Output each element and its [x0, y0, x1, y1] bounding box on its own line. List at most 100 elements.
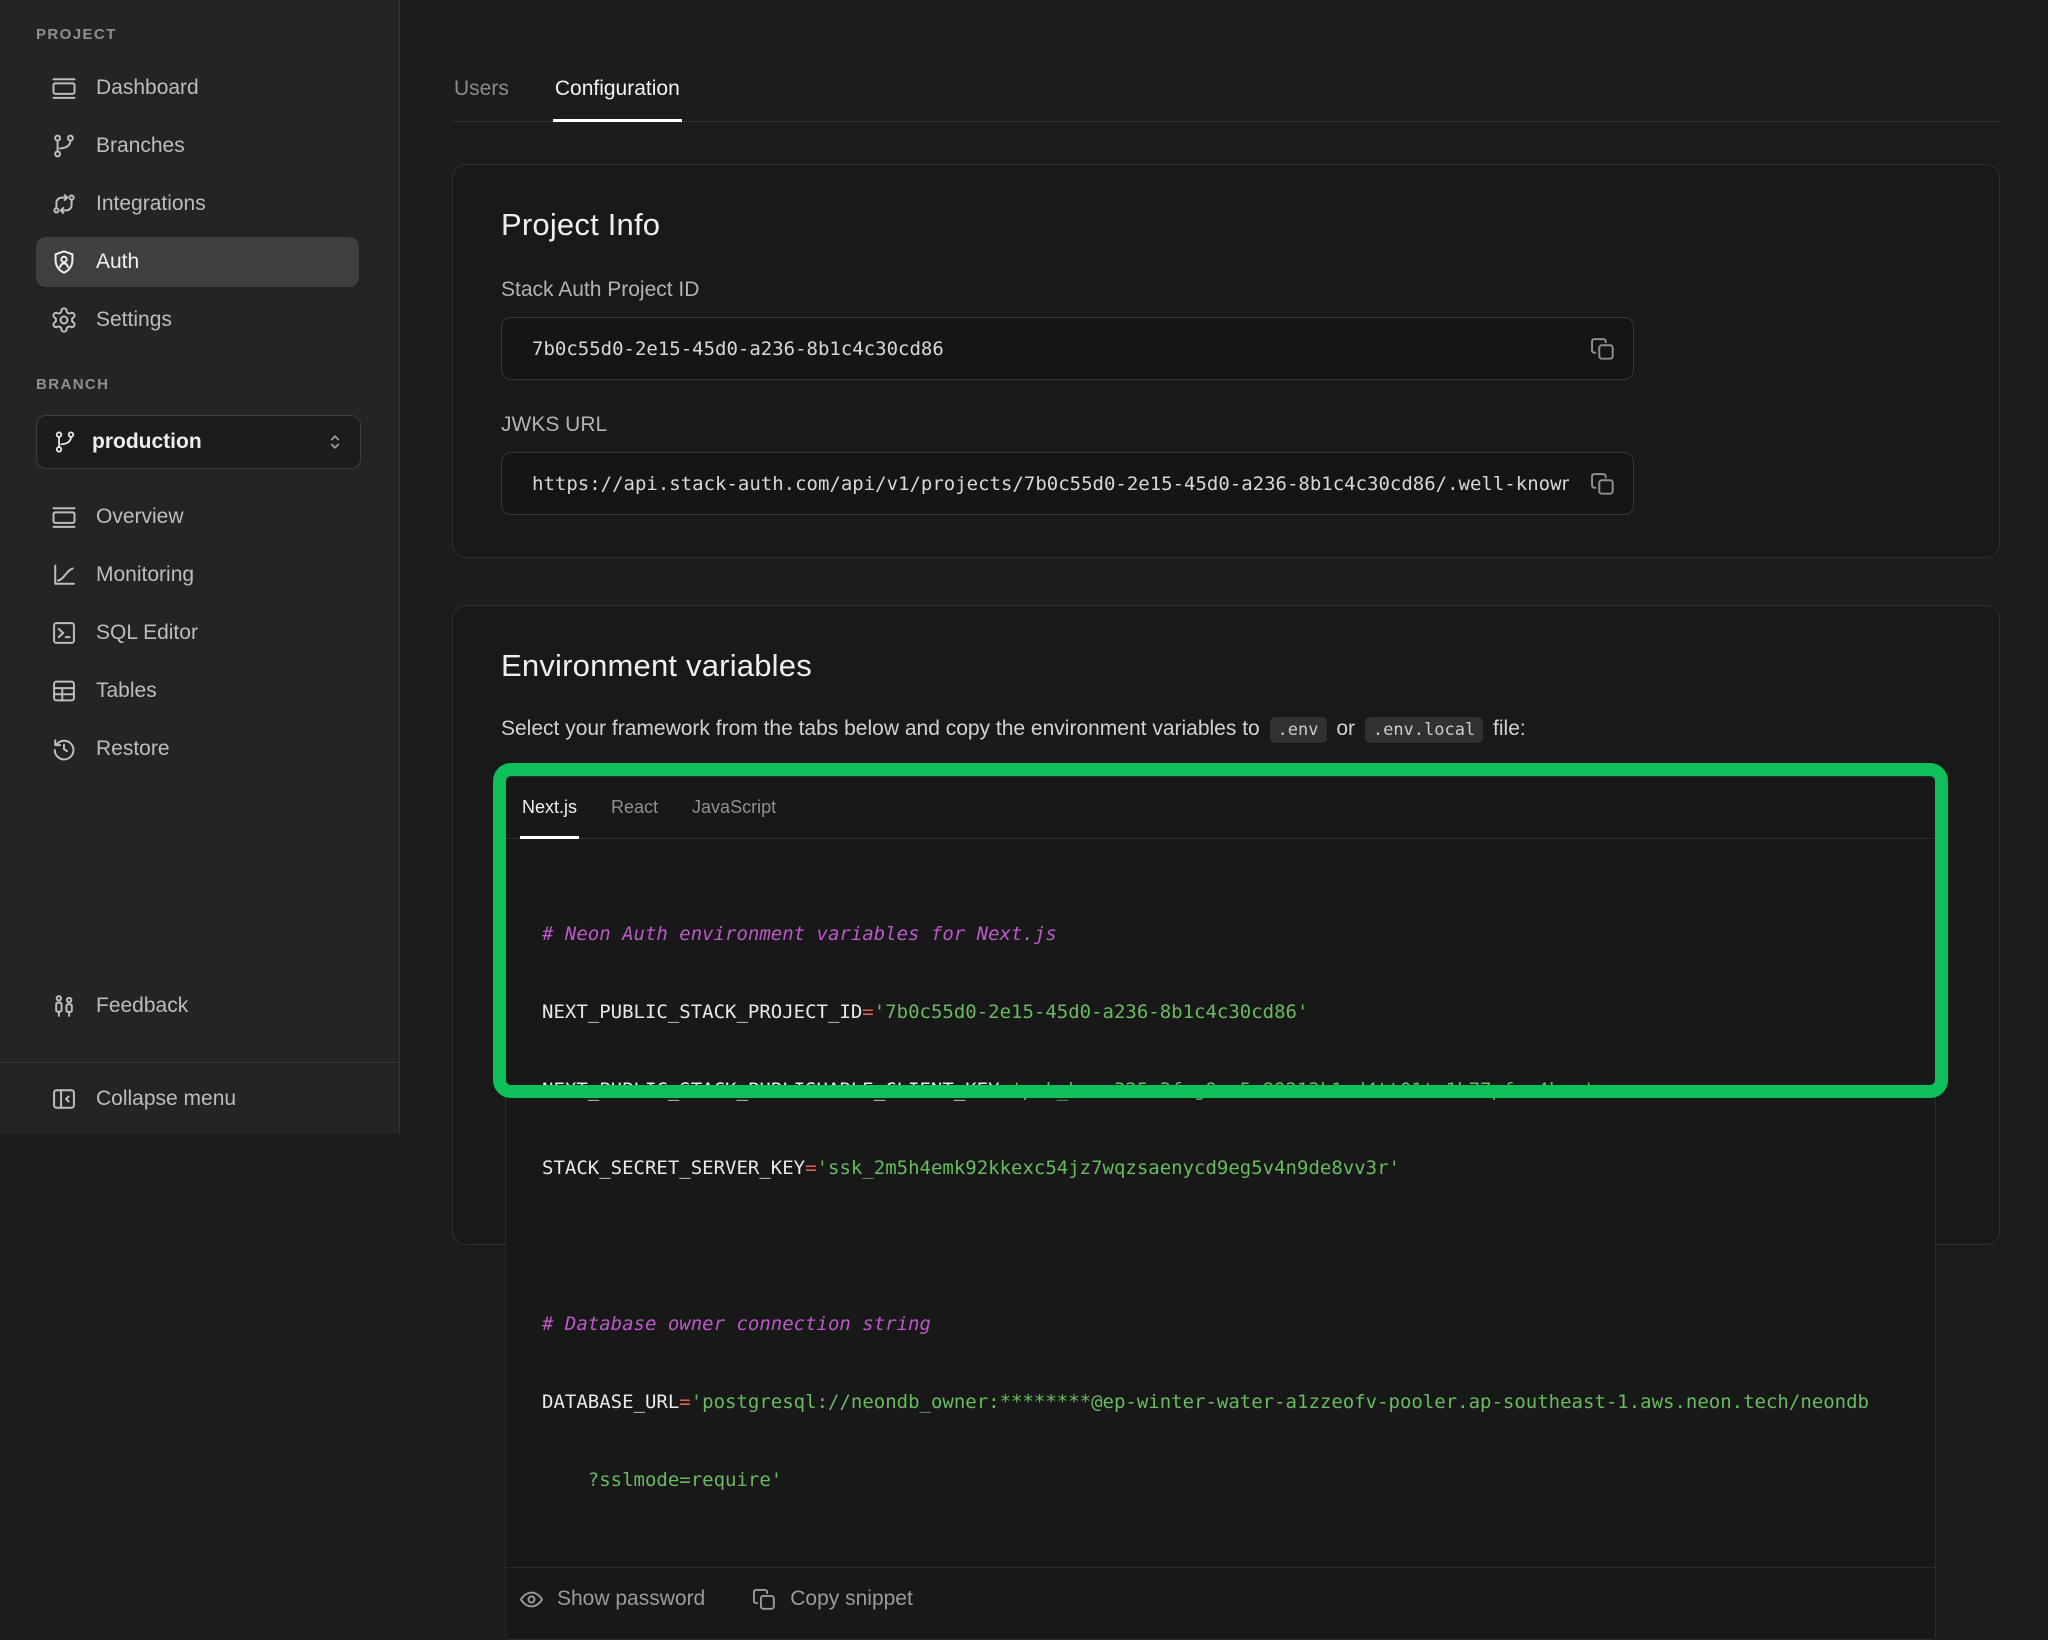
- copy-snippet-label: Copy snippet: [790, 1587, 913, 1611]
- project-id-label: Stack Auth Project ID: [501, 277, 1951, 303]
- tab-react[interactable]: React: [609, 777, 660, 838]
- sidebar-item-branches[interactable]: Branches: [36, 121, 359, 171]
- project-id-field[interactable]: 7b0c55d0-2e15-45d0-a236-8b1c4c30cd86: [501, 317, 1634, 380]
- sidebar-footer: Feedback Collapse menu: [0, 981, 399, 1134]
- tab-configuration[interactable]: Configuration: [553, 57, 682, 121]
- framework-panel-wrap: Next.js React JavaScript # Neon Auth env…: [505, 776, 1936, 1640]
- sidebar-item-label: Integrations: [96, 192, 206, 216]
- project-info-card: Project Info Stack Auth Project ID 7b0c5…: [452, 164, 2000, 558]
- sidebar-item-restore[interactable]: Restore: [36, 724, 359, 774]
- sidebar-item-label: Dashboard: [96, 76, 199, 100]
- integrations-icon: [50, 190, 78, 218]
- code-var-name: NEXT_PUBLIC_STACK_PUBLISHABLE_CLIENT_KEY: [542, 1079, 1000, 1101]
- code-equals: =: [862, 1001, 873, 1023]
- show-password-label: Show password: [557, 1587, 705, 1611]
- tab-users[interactable]: Users: [452, 57, 511, 121]
- sidebar-item-sql-editor[interactable]: SQL Editor: [36, 608, 359, 658]
- code-var-name: STACK_SECRET_SERVER_KEY: [542, 1157, 805, 1179]
- description-text: Select your framework from the tabs belo…: [501, 717, 1266, 740]
- project-info-title: Project Info: [501, 207, 1951, 243]
- env-code-block: # Neon Auth environment variables for Ne…: [506, 839, 1935, 1567]
- sidebar: PROJECT Dashboard Branches Integrations …: [0, 0, 400, 1134]
- sidebar-item-feedback[interactable]: Feedback: [36, 981, 359, 1031]
- page-tabs: Users Configuration: [452, 57, 2000, 122]
- sidebar-item-auth[interactable]: Auth: [36, 237, 359, 287]
- show-password-button[interactable]: Show password: [518, 1579, 705, 1619]
- branch-nav: Overview Monitoring SQL Editor Tables Re…: [0, 492, 399, 774]
- sql-terminal-icon: [50, 619, 78, 647]
- git-branch-icon: [50, 132, 78, 160]
- collapse-panel-icon: [50, 1085, 78, 1113]
- environment-variables-card: Environment variables Select your framew…: [452, 605, 2000, 1245]
- jwks-url-label: JWKS URL: [501, 412, 1951, 438]
- sidebar-item-label: Restore: [96, 737, 170, 761]
- framework-tabs: Next.js React JavaScript: [506, 777, 1935, 839]
- copy-icon: [1589, 335, 1617, 363]
- code-string: 'pck_bxem325s3fng9rw5z89213k1md4tt01tz1b…: [1011, 1079, 1594, 1101]
- description-text: or: [1331, 717, 1361, 740]
- branch-section-label: BRANCH: [36, 376, 399, 394]
- code-equals: =: [1000, 1079, 1011, 1101]
- feedback-people-icon: [50, 992, 78, 1020]
- copy-icon: [1589, 470, 1617, 498]
- sidebar-item-label: Feedback: [96, 994, 188, 1018]
- branch-selector-value: production: [92, 430, 202, 454]
- jwks-url-value: https://api.stack-auth.com/api/v1/projec…: [532, 473, 1569, 495]
- dashboard-icon: [50, 74, 78, 102]
- snippet-toolbar: Show password Copy snippet: [506, 1567, 1935, 1639]
- auth-shield-icon: [50, 248, 78, 276]
- code-string: 'postgresql://neondb_owner:********@ep-w…: [691, 1391, 1869, 1413]
- sidebar-item-label: Branches: [96, 134, 185, 158]
- eye-icon: [518, 1586, 545, 1613]
- code-string: 'ssk_2m5h4emk92kkexc54jz7wqzsaenycd9eg5v…: [817, 1157, 1400, 1179]
- project-nav: Dashboard Branches Integrations Auth Set…: [0, 63, 399, 345]
- code-string-wrap: ?sslmode=require': [542, 1469, 782, 1491]
- git-branch-icon: [52, 429, 78, 455]
- code-equals: =: [679, 1391, 690, 1413]
- description-text: file:: [1487, 717, 1526, 740]
- app-window: PROJECT Dashboard Branches Integrations …: [0, 0, 2048, 1134]
- copy-icon: [751, 1586, 778, 1613]
- sidebar-item-settings[interactable]: Settings: [36, 295, 359, 345]
- monitoring-chart-icon: [50, 561, 78, 589]
- code-string: '7b0c55d0-2e15-45d0-a236-8b1c4c30cd86': [874, 1001, 1309, 1023]
- code-comment: # Neon Auth environment variables for Ne…: [542, 923, 1057, 945]
- code-var-name: DATABASE_URL: [542, 1391, 679, 1413]
- code-var-name: NEXT_PUBLIC_STACK_PROJECT_ID: [542, 1001, 862, 1023]
- sidebar-item-label: Monitoring: [96, 563, 194, 587]
- project-id-value: 7b0c55d0-2e15-45d0-a236-8b1c4c30cd86: [532, 338, 1569, 360]
- jwks-url-field[interactable]: https://api.stack-auth.com/api/v1/projec…: [501, 452, 1634, 515]
- tab-nextjs[interactable]: Next.js: [520, 777, 579, 838]
- sidebar-item-integrations[interactable]: Integrations: [36, 179, 359, 229]
- gear-icon: [50, 306, 78, 334]
- sidebar-item-monitoring[interactable]: Monitoring: [36, 550, 359, 600]
- tab-javascript[interactable]: JavaScript: [690, 777, 778, 838]
- copy-snippet-button[interactable]: Copy snippet: [751, 1579, 913, 1619]
- sidebar-item-label: Auth: [96, 250, 139, 274]
- sidebar-item-label: Settings: [96, 308, 172, 332]
- sidebar-item-label: Tables: [96, 679, 157, 703]
- collapse-menu-label: Collapse menu: [96, 1087, 236, 1111]
- code-blank-line: [542, 1233, 1899, 1259]
- sidebar-item-tables[interactable]: Tables: [36, 666, 359, 716]
- restore-history-icon: [50, 735, 78, 763]
- sidebar-item-label: SQL Editor: [96, 621, 198, 645]
- chevron-up-down-icon: [322, 429, 348, 455]
- collapse-menu-button[interactable]: Collapse menu: [0, 1062, 399, 1134]
- overview-icon: [50, 503, 78, 531]
- env-local-file-chip: .env.local: [1365, 717, 1483, 743]
- copy-jwks-url-button[interactable]: [1579, 460, 1627, 508]
- env-file-chip: .env: [1270, 717, 1327, 743]
- env-vars-title: Environment variables: [501, 648, 1951, 684]
- code-comment: # Database owner connection string: [542, 1313, 931, 1335]
- copy-project-id-button[interactable]: [1579, 325, 1627, 373]
- env-vars-description: Select your framework from the tabs belo…: [501, 714, 1951, 745]
- code-equals: =: [805, 1157, 816, 1179]
- project-section-label: PROJECT: [36, 26, 399, 44]
- sidebar-item-dashboard[interactable]: Dashboard: [36, 63, 359, 113]
- table-icon: [50, 677, 78, 705]
- sidebar-item-overview[interactable]: Overview: [36, 492, 359, 542]
- main-content: Users Configuration Project Info Stack A…: [400, 0, 2048, 1134]
- branch-selector[interactable]: production: [36, 415, 361, 469]
- sidebar-item-label: Overview: [96, 505, 184, 529]
